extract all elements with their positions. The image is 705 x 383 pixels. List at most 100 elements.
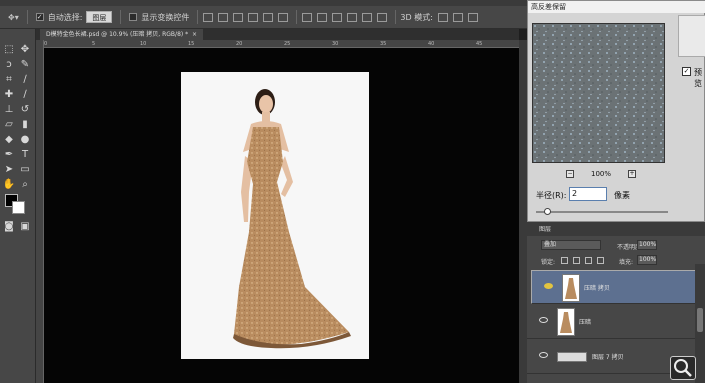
lock-paint-icon[interactable] bbox=[573, 257, 580, 264]
zoom-in-button[interactable]: + bbox=[627, 170, 636, 178]
layer-name: 图层 7 拷贝 bbox=[592, 354, 624, 361]
pen-tool-icon[interactable]: ✒ bbox=[2, 148, 16, 162]
lock-label: 锁定: bbox=[541, 259, 556, 266]
move-tool-icon[interactable]: ✥▾ bbox=[8, 13, 19, 22]
document-tab-title: D模特金色长裙.psd @ 10.9% (压暗 拷贝, RGB/8) * bbox=[46, 31, 189, 38]
radius-slider-thumb[interactable] bbox=[544, 208, 551, 215]
layers-tab-bar: 图层 bbox=[527, 222, 705, 236]
radius-slider[interactable] bbox=[536, 211, 668, 213]
lock-all-icon[interactable] bbox=[597, 257, 604, 264]
auto-select-checkbox[interactable]: ✓ bbox=[35, 13, 44, 21]
crop-tool-icon[interactable]: ⌗ bbox=[2, 73, 16, 87]
3d-rotate-icon[interactable] bbox=[437, 12, 448, 22]
type-tool-icon[interactable]: T bbox=[18, 148, 32, 162]
ruler-tick: 15 bbox=[188, 41, 195, 47]
model-photo bbox=[233, 89, 351, 349]
layers-scrollbar-thumb[interactable] bbox=[697, 308, 703, 332]
align-middle-icon[interactable] bbox=[218, 12, 229, 22]
history-brush-icon[interactable]: ↺ bbox=[18, 103, 32, 117]
horizontal-ruler: 0 5 10 15 20 25 30 35 40 45 bbox=[44, 40, 519, 48]
background-color-swatch[interactable] bbox=[12, 201, 25, 214]
search-icon bbox=[674, 359, 692, 377]
ruler-tick: 10 bbox=[140, 41, 147, 47]
shape-tool-icon[interactable]: ▭ bbox=[18, 163, 32, 177]
gradient-tool-icon[interactable]: ▮ bbox=[18, 118, 32, 132]
divider bbox=[26, 10, 28, 24]
layer-row[interactable]: 压暗 拷贝 bbox=[531, 270, 699, 304]
layer-thumbnail bbox=[557, 308, 575, 336]
3d-roll-icon[interactable] bbox=[452, 12, 463, 22]
visibility-eye-icon[interactable] bbox=[539, 317, 548, 323]
marquee-tool-icon[interactable]: ⬚ bbox=[2, 43, 16, 57]
align-bottom-icon[interactable] bbox=[233, 12, 244, 22]
auto-select-target-dropdown[interactable]: 图层 bbox=[86, 11, 113, 23]
canvas-scrollbar[interactable] bbox=[519, 40, 527, 383]
distribute-bottom-icon[interactable] bbox=[332, 12, 343, 22]
close-icon[interactable]: × bbox=[190, 31, 197, 38]
eraser-tool-icon[interactable]: ▱ bbox=[2, 118, 16, 132]
align-left-icon[interactable] bbox=[248, 12, 259, 22]
dodge-tool-icon[interactable]: ● bbox=[18, 133, 32, 147]
document-tab-bar: D模特金色长裙.psd @ 10.9% (压暗 拷贝, RGB/8) * × bbox=[36, 29, 519, 40]
distribute-center-icon[interactable] bbox=[362, 12, 373, 22]
screen-mode-icon[interactable]: ▣ bbox=[18, 220, 32, 234]
distribute-right-icon[interactable] bbox=[377, 12, 388, 22]
filter-preview[interactable] bbox=[532, 23, 665, 163]
align-top-icon[interactable] bbox=[203, 12, 214, 22]
clone-stamp-icon[interactable]: ⊥ bbox=[2, 103, 16, 117]
lasso-tool-icon[interactable]: ↄ bbox=[2, 58, 16, 72]
quick-mask-icon[interactable]: ◙ bbox=[2, 220, 16, 234]
auto-select-label: 自动选择: bbox=[47, 12, 83, 22]
eyedropper-icon[interactable]: ∕ bbox=[18, 73, 32, 87]
document-canvas[interactable] bbox=[181, 72, 369, 359]
layer-row[interactable]: 压暗 bbox=[527, 305, 695, 339]
divider bbox=[197, 10, 199, 24]
opacity-field[interactable]: 100% bbox=[637, 240, 657, 250]
lock-pixels-icon[interactable] bbox=[561, 257, 568, 264]
lock-position-icon[interactable] bbox=[585, 257, 592, 264]
distribute-middle-icon[interactable] bbox=[317, 12, 328, 22]
ruler-tick: 40 bbox=[428, 41, 435, 47]
distribute-left-icon[interactable] bbox=[347, 12, 358, 22]
zoom-tool-icon[interactable]: ⌕ bbox=[18, 178, 32, 192]
ruler-tick: 30 bbox=[332, 41, 339, 47]
ruler-tick: 5 bbox=[92, 41, 96, 47]
3d-drag-icon[interactable] bbox=[467, 12, 478, 22]
tools-panel: ⬚ ✥ ↄ ✎ ⌗ ∕ ✚ ∕ ⊥ ↺ ▱ ▮ ◆ ● ✒ T ➤ ▭ ✋ ⌕ … bbox=[0, 29, 36, 383]
show-transform-checkbox[interactable] bbox=[129, 13, 138, 21]
path-select-icon[interactable]: ➤ bbox=[2, 163, 16, 177]
ruler-tick: 25 bbox=[284, 41, 291, 47]
divider bbox=[120, 10, 122, 24]
blend-mode-dropdown[interactable]: 叠加 bbox=[541, 240, 601, 250]
3d-mode-label: 3D 模式: bbox=[400, 12, 433, 22]
radius-unit: 像素 bbox=[614, 191, 630, 200]
divider bbox=[395, 10, 397, 24]
fill-field[interactable]: 100% bbox=[637, 255, 657, 265]
zoom-out-button[interactable]: − bbox=[566, 170, 574, 178]
canvas-area[interactable] bbox=[44, 48, 519, 383]
ok-button[interactable] bbox=[678, 15, 705, 57]
brush-tool-icon[interactable]: ∕ bbox=[18, 88, 32, 102]
blur-tool-icon[interactable]: ◆ bbox=[2, 133, 16, 147]
preview-checkbox[interactable]: ✓ bbox=[682, 67, 691, 76]
tab-layers[interactable]: 图层 bbox=[539, 224, 551, 233]
dialog-title[interactable]: 高反差保留 bbox=[528, 1, 705, 13]
search-button[interactable] bbox=[670, 356, 696, 380]
zoom-value: 100% bbox=[590, 170, 611, 178]
radius-input[interactable]: 2 bbox=[569, 187, 607, 201]
vertical-ruler bbox=[36, 40, 44, 383]
align-center-icon[interactable] bbox=[263, 12, 274, 22]
distribute-top-icon[interactable] bbox=[302, 12, 313, 22]
preview-label: 预览 bbox=[694, 68, 702, 88]
divider bbox=[296, 10, 298, 24]
healing-brush-icon[interactable]: ✚ bbox=[2, 88, 16, 102]
move-tool-icon[interactable]: ✥ bbox=[18, 43, 32, 57]
visibility-eye-icon[interactable] bbox=[539, 352, 548, 358]
hand-tool-icon[interactable]: ✋ bbox=[2, 178, 16, 192]
radius-label: 半径(R): bbox=[536, 191, 567, 200]
preview-zoom-row: − 100% + bbox=[566, 169, 636, 179]
visibility-eye-icon[interactable] bbox=[544, 283, 553, 289]
document-tab[interactable]: D模特金色长裙.psd @ 10.9% (压暗 拷贝, RGB/8) * × bbox=[40, 29, 203, 40]
quick-select-icon[interactable]: ✎ bbox=[18, 58, 32, 72]
align-right-icon[interactable] bbox=[278, 12, 289, 22]
